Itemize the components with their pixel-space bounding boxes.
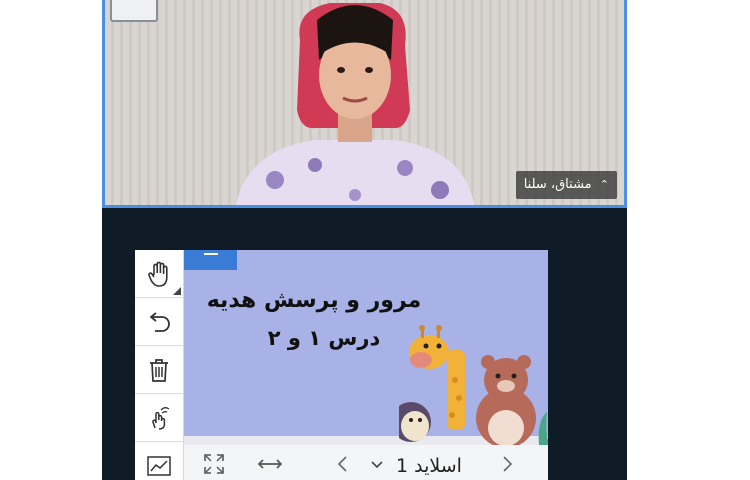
animals-illustration bbox=[399, 325, 548, 445]
slide-title: مرور و پرسش هدیه bbox=[206, 288, 422, 313]
pointer-hand-icon bbox=[152, 406, 170, 430]
presentation-slide[interactable]: مرور و پرسش هدیه درس ۱ و ۲ bbox=[184, 250, 548, 445]
undo-icon bbox=[149, 311, 170, 332]
slide-controls: اسلاید 1 bbox=[184, 445, 548, 480]
next-slide-button[interactable] bbox=[500, 453, 514, 475]
annotation-toolbar bbox=[135, 250, 184, 480]
wall-frame bbox=[110, 0, 158, 22]
slide-subtitle: درس ۱ و ۲ bbox=[267, 326, 381, 350]
slide-dropdown-button[interactable] bbox=[370, 455, 384, 475]
draw-line-button[interactable] bbox=[135, 442, 183, 480]
hand-icon bbox=[148, 261, 168, 287]
chevron-right-icon bbox=[503, 456, 513, 472]
undo-button[interactable] bbox=[135, 298, 183, 346]
slide-number-label[interactable]: اسلاید 1 bbox=[396, 455, 462, 477]
meeting-window: مشتاق، سلنا ⌃ مرور و پرسش هدیه درس ۱ و ۲… bbox=[102, 0, 627, 480]
line-chart-icon bbox=[147, 455, 171, 476]
submenu-indicator bbox=[173, 287, 181, 295]
pointer-tool-button[interactable] bbox=[135, 394, 183, 442]
chevron-up-icon: ⌃ bbox=[599, 178, 609, 191]
participant-video bbox=[236, 3, 475, 205]
fit-width-icon bbox=[257, 459, 283, 469]
chevron-left-icon bbox=[337, 456, 347, 472]
participant-name: مشتاق، سلنا bbox=[523, 177, 592, 192]
hand-tool-button[interactable] bbox=[135, 250, 183, 298]
fit-width-button[interactable] bbox=[257, 453, 283, 475]
chevron-down-icon bbox=[371, 461, 383, 469]
expand-icon bbox=[204, 454, 224, 474]
participant-name-tag[interactable]: مشتاق، سلنا ⌃ bbox=[515, 171, 617, 199]
slide-tab[interactable] bbox=[184, 250, 237, 270]
trash-icon bbox=[150, 358, 168, 382]
fit-to-screen-button[interactable] bbox=[203, 453, 225, 475]
participant-video-tile[interactable]: مشتاق، سلنا ⌃ bbox=[102, 0, 627, 208]
delete-button[interactable] bbox=[135, 346, 183, 394]
previous-slide-button[interactable] bbox=[336, 453, 350, 475]
presentation-area: مرور و پرسش هدیه درس ۱ و ۲ اسلاید 1 bbox=[184, 250, 548, 480]
